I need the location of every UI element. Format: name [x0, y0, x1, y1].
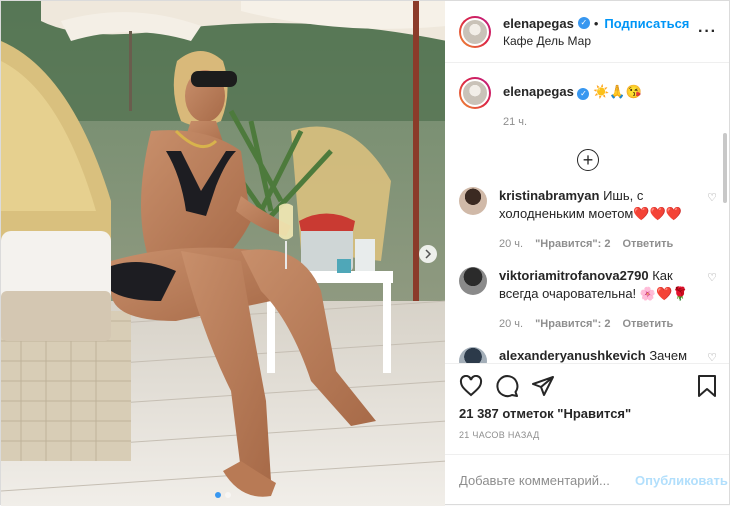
chevron-right-icon [425, 249, 432, 259]
likes-count[interactable]: 21 387 отметок "Нравится" [459, 406, 717, 421]
heart-icon[interactable] [459, 375, 483, 397]
post-actions: 21 387 отметок "Нравится" 21 ЧАСОВ НАЗАД [445, 363, 729, 440]
reply-button[interactable]: Ответить [622, 235, 673, 253]
avatar[interactable] [459, 15, 491, 48]
publish-button[interactable]: Опубликовать [635, 473, 728, 488]
commenter-avatar[interactable] [459, 267, 487, 295]
comment-likes[interactable]: "Нравится": 2 [535, 315, 610, 333]
load-more-comments-button[interactable]: + [459, 149, 717, 171]
heart-outline-icon[interactable]: ♡ [703, 187, 717, 204]
comment-username[interactable]: alexanderyanushkevich [499, 348, 646, 363]
comment-input[interactable] [459, 473, 635, 488]
caption-avatar[interactable] [459, 77, 491, 109]
header-username[interactable]: elenapegas [503, 16, 574, 31]
share-icon[interactable] [531, 374, 555, 398]
commenter-avatar[interactable] [459, 187, 487, 215]
comment-username[interactable]: kristinabramyan [499, 188, 599, 203]
location-link[interactable]: Кафе Дель Мар [503, 34, 698, 48]
comment-icon[interactable] [495, 374, 519, 398]
carousel-dot-active [215, 492, 221, 498]
verified-badge-icon: ✓ [577, 88, 590, 100]
comment-item: alexanderyanushkevich Зачем людей дразни… [459, 347, 717, 363]
caption-username[interactable]: elenapegas [503, 84, 574, 99]
comment-likes[interactable]: "Нравится": 2 [535, 235, 610, 253]
reply-button[interactable]: Ответить [622, 315, 673, 333]
photo-illustration [1, 1, 445, 506]
plus-circle-icon: + [577, 149, 599, 171]
post-header: elenapegas ✓ • Подписаться Кафе Дель Мар… [445, 1, 729, 63]
post-timestamp[interactable]: 21 ЧАСОВ НАЗАД [459, 430, 717, 440]
post-photo[interactable] [1, 1, 445, 506]
more-horizontal-icon[interactable]: ··· [698, 23, 717, 41]
verified-badge-icon: ✓ [577, 17, 590, 29]
comments-scrollbar[interactable] [723, 133, 727, 203]
comment-item: viktoriamitrofanova2790 Как всегда очаро… [459, 267, 717, 333]
caption-text: ☀️🙏😘 [593, 84, 642, 99]
carousel-next-button[interactable] [419, 245, 437, 263]
post-container: elenapegas ✓ • Подписаться Кафе Дель Мар… [0, 0, 730, 506]
comment-time[interactable]: 20 ч. [499, 235, 523, 253]
heart-outline-icon[interactable]: ♡ [703, 347, 717, 363]
carousel-dot [225, 492, 231, 498]
carousel-indicator [215, 492, 231, 498]
bookmark-icon[interactable] [697, 374, 717, 398]
add-comment-bar: Опубликовать [445, 454, 729, 506]
follow-button[interactable]: Подписаться [604, 16, 689, 31]
commenter-avatar[interactable] [459, 347, 487, 363]
caption: elenapegas ✓ ☀️🙏😘 21 ч. [459, 77, 717, 131]
comment-username[interactable]: viktoriamitrofanova2790 [499, 268, 649, 283]
comment-time[interactable]: 20 ч. [499, 315, 523, 333]
separator-dot: • [593, 15, 599, 31]
post-side-panel: elenapegas ✓ • Подписаться Кафе Дель Мар… [445, 1, 729, 506]
comments-section[interactable]: elenapegas ✓ ☀️🙏😘 21 ч. + kristinabramya… [445, 63, 729, 363]
heart-outline-icon[interactable]: ♡ [703, 267, 717, 284]
caption-time[interactable]: 21 ч. [503, 113, 527, 131]
comment-item: kristinabramyan Ишь, с холодненьким моет… [459, 187, 717, 253]
